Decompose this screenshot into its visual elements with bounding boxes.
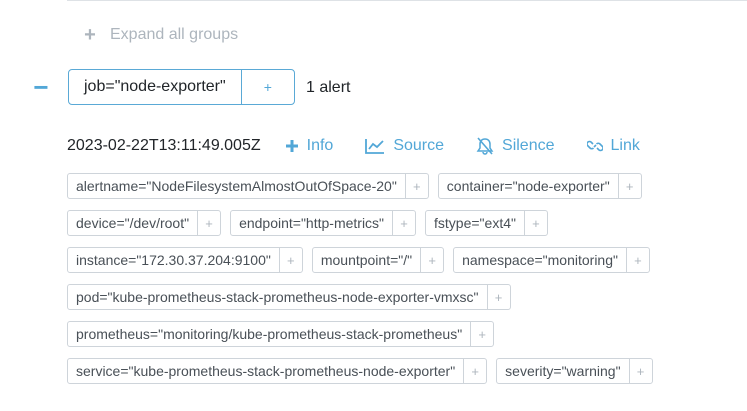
group-label-chip: job="node-exporter" + <box>68 69 295 105</box>
source-button[interactable]: Source <box>365 137 444 155</box>
alert-label-chip: instance="172.30.37.204:9100" + <box>67 247 303 273</box>
label-add-filter-button[interactable]: + <box>393 211 415 235</box>
alert-label-chip: severity="warning" + <box>496 358 653 384</box>
label-add-filter-button[interactable]: + <box>421 248 443 272</box>
expand-all-groups-button[interactable]: + Expand all groups <box>82 24 238 46</box>
alert-label-chip: service="kube-prometheus-stack-prometheu… <box>67 358 488 384</box>
alert-label-text[interactable]: fstype="ext4" <box>426 211 525 235</box>
silence-label: Silence <box>502 137 555 154</box>
top-divider <box>67 0 747 1</box>
alert-label-text[interactable]: pod="kube-prometheus-stack-prometheus-no… <box>68 285 488 309</box>
info-button[interactable]: Info <box>285 137 334 155</box>
collapse-group-minus-icon[interactable]: − <box>33 74 49 100</box>
alert-label-text[interactable]: endpoint="http-metrics" <box>231 211 394 235</box>
group-label-text[interactable]: job="node-exporter" <box>69 70 242 104</box>
bell-slash-icon <box>476 137 494 155</box>
alert-label-text[interactable]: namespace="monitoring" <box>454 248 627 272</box>
label-add-filter-button[interactable]: + <box>619 174 641 198</box>
alert-label-text[interactable]: prometheus="monitoring/kube-prometheus-s… <box>68 322 472 346</box>
link-icon <box>586 140 603 152</box>
alert-label-text[interactable]: severity="warning" <box>497 359 630 383</box>
alert-count: 1 alert <box>306 79 351 96</box>
alert-label-text[interactable]: device="/dev/root" <box>68 211 199 235</box>
info-label: Info <box>306 137 334 154</box>
alert-header: 2023-02-22T13:11:49.005Z Info Source Sil… <box>67 136 672 156</box>
alert-label-text[interactable]: container="node-exporter" <box>439 174 619 198</box>
alert-label-chip: mountpoint="/" + <box>311 247 445 273</box>
link-button[interactable]: Link <box>586 137 640 155</box>
label-add-filter-button[interactable]: + <box>198 211 220 235</box>
label-add-filter-button[interactable]: + <box>525 211 547 235</box>
chart-line-icon <box>365 139 385 154</box>
alert-label-chip: device="/dev/root" + <box>67 210 222 236</box>
alert-label-chip: pod="kube-prometheus-stack-prometheus-no… <box>67 284 511 310</box>
silence-button[interactable]: Silence <box>476 137 555 155</box>
plus-icon <box>285 140 298 152</box>
plus-icon: + <box>84 23 96 46</box>
alert-label-chip: alertname="NodeFilesystemAlmostOutOfSpac… <box>67 173 429 199</box>
alert-label-chip: prometheus="monitoring/kube-prometheus-s… <box>67 321 495 347</box>
alert-label-text[interactable]: instance="172.30.37.204:9100" <box>68 248 280 272</box>
alert-label-chip: endpoint="http-metrics" + <box>230 210 417 236</box>
alert-label-chip: namespace="monitoring" + <box>453 247 650 273</box>
alert-timestamp: 2023-02-22T13:11:49.005Z <box>67 137 261 154</box>
group-label-add-filter-button[interactable]: + <box>242 70 294 104</box>
label-add-filter-button[interactable]: + <box>280 248 302 272</box>
source-label: Source <box>393 137 445 154</box>
label-add-filter-button[interactable]: + <box>627 248 649 272</box>
link-label: Link <box>610 137 640 154</box>
label-add-filter-button[interactable]: + <box>464 359 486 383</box>
alert-labels: alertname="NodeFilesystemAlmostOutOfSpac… <box>67 173 707 384</box>
alert-label-text[interactable]: service="kube-prometheus-stack-prometheu… <box>68 359 465 383</box>
label-add-filter-button[interactable]: + <box>488 285 510 309</box>
alert-label-text[interactable]: alertname="NodeFilesystemAlmostOutOfSpac… <box>68 174 406 198</box>
alert-label-chip: fstype="ext4" + <box>425 210 548 236</box>
label-add-filter-button[interactable]: + <box>471 322 493 346</box>
alert-label-chip: container="node-exporter" + <box>437 173 642 199</box>
label-add-filter-button[interactable]: + <box>406 174 428 198</box>
alert-label-text[interactable]: mountpoint="/" <box>313 248 422 272</box>
label-add-filter-button[interactable]: + <box>630 359 652 383</box>
expand-all-label: Expand all groups <box>110 26 239 43</box>
